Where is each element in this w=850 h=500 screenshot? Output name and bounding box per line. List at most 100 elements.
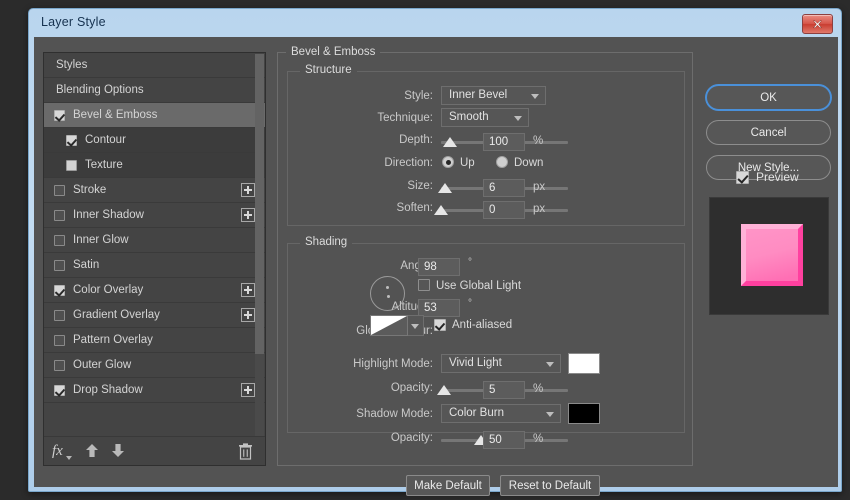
style-row-outer-glow[interactable]: Outer Glow <box>44 353 265 378</box>
style-row-checkbox[interactable] <box>54 110 65 121</box>
size-slider-thumb[interactable] <box>438 183 452 193</box>
angle-dial-center <box>387 295 390 298</box>
style-row-label: Color Overlay <box>73 284 143 296</box>
make-default-button[interactable]: Make Default <box>406 475 490 496</box>
technique-label: Technique: <box>298 112 433 124</box>
highlight-opacity-label: Opacity: <box>298 382 433 394</box>
highlight-opacity-slider-thumb[interactable] <box>437 385 451 395</box>
style-row-checkbox[interactable] <box>66 160 77 171</box>
use-global-light-checkbox[interactable] <box>418 279 430 291</box>
depth-unit: % <box>533 135 543 147</box>
style-row-label: Blending Options <box>56 84 144 96</box>
soften-input[interactable]: 0 <box>483 201 525 219</box>
window-titlebar[interactable]: Layer Style <box>29 9 841 37</box>
style-dropdown[interactable]: Inner Bevel <box>441 86 546 105</box>
layer-style-window: Layer Style Styles Blending Options Bevel … <box>28 8 842 492</box>
anti-aliased-label[interactable]: Anti-aliased <box>452 319 512 331</box>
soften-slider-thumb[interactable] <box>434 205 448 215</box>
style-row-label: Texture <box>85 159 123 171</box>
preview-checkbox[interactable] <box>736 171 749 184</box>
style-row-label: Gradient Overlay <box>73 309 160 321</box>
desktop-background: Layer Style Styles Blending Options Bevel … <box>0 0 850 500</box>
shadow-opacity-input[interactable]: 50 <box>483 431 525 449</box>
add-effect-icon[interactable] <box>241 208 255 222</box>
styles-list[interactable]: Styles Blending Options Bevel & EmbossCont… <box>44 53 265 438</box>
highlight-mode-dropdown[interactable]: Vivid Light <box>441 354 561 373</box>
style-row-color-overlay[interactable]: Color Overlay <box>44 278 265 303</box>
chevron-down-icon <box>531 94 539 99</box>
highlight-opacity-input[interactable]: 5 <box>483 381 525 399</box>
style-row-checkbox[interactable] <box>54 185 65 196</box>
style-row-checkbox[interactable] <box>54 335 65 346</box>
style-row-pattern-overlay[interactable]: Pattern Overlay <box>44 328 265 353</box>
style-row-checkbox[interactable] <box>54 260 65 271</box>
chevron-down-icon <box>546 412 554 417</box>
reset-to-default-button[interactable]: Reset to Default <box>500 475 600 496</box>
preview-toggle[interactable]: Preview <box>736 170 799 184</box>
trash-icon[interactable] <box>235 441 255 461</box>
style-row-inner-shadow[interactable]: Inner Shadow <box>44 203 265 228</box>
close-button[interactable] <box>802 14 833 34</box>
depth-input[interactable]: 100 <box>483 133 525 151</box>
shadow-color-swatch[interactable] <box>568 403 600 424</box>
effect-settings-panel: Bevel & Emboss Structure Style: Inner Be… <box>277 52 693 466</box>
style-row-label: Styles <box>56 59 87 71</box>
style-row-bevel-emboss[interactable]: Bevel & Emboss <box>44 103 265 128</box>
add-effect-icon[interactable] <box>241 383 255 397</box>
ok-button[interactable]: OK <box>706 85 831 110</box>
arrow-down-icon[interactable] <box>108 441 128 461</box>
chevron-down-icon <box>514 116 522 121</box>
gloss-contour-preview[interactable] <box>370 315 408 336</box>
style-row-checkbox[interactable] <box>54 235 65 246</box>
cancel-button[interactable]: Cancel <box>706 120 831 145</box>
styles-scrollbar-thumb[interactable] <box>255 54 264 354</box>
anti-aliased-checkbox[interactable] <box>434 319 446 331</box>
depth-slider-thumb[interactable] <box>443 137 457 147</box>
style-row-stroke[interactable]: Stroke <box>44 178 265 203</box>
direction-up-radio[interactable] <box>442 156 454 168</box>
style-row-blending-options[interactable]: Blending Options <box>44 78 265 103</box>
effect-title: Bevel & Emboss <box>286 46 380 58</box>
fx-icon[interactable]: fx <box>52 441 72 461</box>
styles-scrollbar[interactable] <box>255 54 264 437</box>
shadow-opacity-unit: % <box>533 433 543 445</box>
technique-dropdown[interactable]: Smooth <box>441 108 529 127</box>
style-row-gradient-overlay[interactable]: Gradient Overlay <box>44 303 265 328</box>
chevron-down-icon <box>546 362 554 367</box>
linear-contour-icon <box>371 316 407 335</box>
style-row-checkbox[interactable] <box>54 385 65 396</box>
style-row-texture[interactable]: Texture <box>44 153 265 178</box>
highlight-mode-value: Vivid Light <box>449 357 502 369</box>
size-input[interactable]: 6 <box>483 179 525 197</box>
size-label: Size: <box>298 180 433 192</box>
direction-down-label[interactable]: Down <box>514 157 543 169</box>
direction-down-radio[interactable] <box>496 156 508 168</box>
style-row-checkbox[interactable] <box>54 285 65 296</box>
style-row-contour[interactable]: Contour <box>44 128 265 153</box>
arrow-up-icon[interactable] <box>82 441 102 461</box>
add-effect-icon[interactable] <box>241 183 255 197</box>
style-row-satin[interactable]: Satin <box>44 253 265 278</box>
preview-swatch <box>741 224 803 286</box>
style-row-styles[interactable]: Styles <box>44 53 265 78</box>
use-global-light-label[interactable]: Use Global Light <box>436 280 521 292</box>
style-row-checkbox[interactable] <box>54 310 65 321</box>
shadow-mode-dropdown[interactable]: Color Burn <box>441 404 561 423</box>
style-row-checkbox[interactable] <box>66 135 77 146</box>
style-row-checkbox[interactable] <box>54 360 65 371</box>
altitude-label: Altitude: <box>298 301 433 313</box>
style-row-checkbox[interactable] <box>54 210 65 221</box>
style-row-drop-shadow[interactable]: Drop Shadow <box>44 378 265 403</box>
gloss-contour-dropdown[interactable] <box>408 315 424 336</box>
structure-title: Structure <box>300 64 357 76</box>
shading-title: Shading <box>300 236 352 248</box>
angle-input[interactable]: 98 <box>418 258 460 276</box>
direction-up-label[interactable]: Up <box>460 157 475 169</box>
style-row-inner-glow[interactable]: Inner Glow <box>44 228 265 253</box>
add-effect-icon[interactable] <box>241 283 255 297</box>
size-unit: px <box>533 181 545 193</box>
highlight-color-swatch[interactable] <box>568 353 600 374</box>
altitude-input[interactable]: 53 <box>418 299 460 317</box>
add-effect-icon[interactable] <box>241 308 255 322</box>
soften-label: Soften: <box>298 202 433 214</box>
